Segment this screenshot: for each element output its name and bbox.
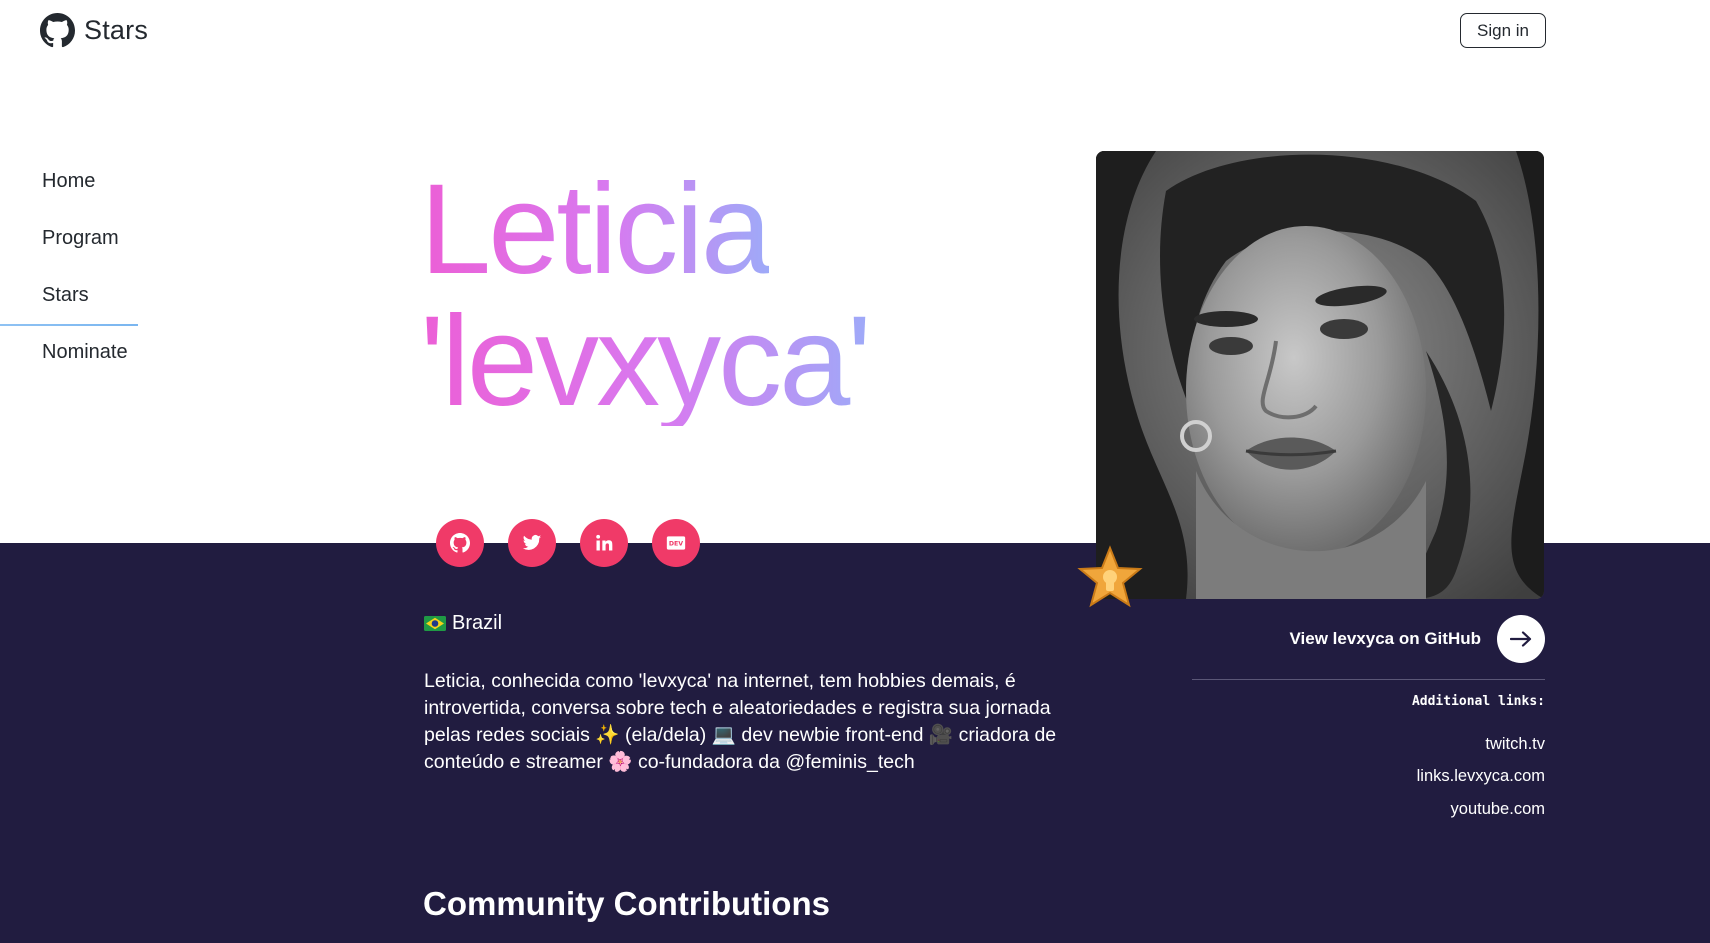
country-name: Brazil	[452, 612, 503, 634]
dev-social-button[interactable]: DEV	[652, 519, 700, 567]
twitter-social-button[interactable]	[508, 519, 556, 567]
svg-text:DEV: DEV	[669, 541, 683, 548]
country: Brazil	[424, 612, 502, 635]
additional-link-links[interactable]: links.levxyca.com	[1192, 767, 1545, 786]
view-on-github-label: View levxyca on GitHub	[1289, 629, 1481, 648]
arrow-right-icon	[1497, 615, 1545, 663]
community-contributions-title: Community Contributions	[423, 885, 830, 922]
github-social-button[interactable]	[436, 519, 484, 567]
star-badge-icon	[1077, 545, 1143, 611]
github-icon	[450, 533, 470, 553]
brazil-flag-icon	[424, 616, 446, 631]
additional-link-twitch[interactable]: twitch.tv	[1192, 735, 1545, 754]
sidebar-nav: Home Program Stars Nominate	[0, 158, 138, 386]
twitter-icon	[522, 535, 542, 550]
profile-bio: Leticia, conhecida como 'levxyca' na int…	[424, 670, 1057, 773]
sidebar-item-program[interactable]: Program	[0, 215, 138, 272]
view-on-github-link[interactable]: View levxyca on GitHub	[1240, 615, 1545, 663]
profile-name-line-1: Leticia	[420, 158, 772, 301]
additional-link-youtube[interactable]: youtube.com	[1192, 800, 1545, 819]
additional-links-title: Additional links:	[1411, 694, 1545, 709]
sidebar-item-home[interactable]: Home	[0, 158, 138, 215]
social-links: DEV	[436, 519, 700, 567]
sign-in-button[interactable]: Sign in	[1460, 13, 1546, 48]
github-octocat-icon	[40, 13, 75, 48]
sidebar-item-nominate[interactable]: Nominate	[0, 329, 138, 386]
profile-portrait-image	[1096, 151, 1544, 599]
profile-photo	[1096, 151, 1544, 599]
links-divider	[1192, 679, 1545, 680]
linkedin-icon	[596, 534, 613, 551]
sidebar-item-stars[interactable]: Stars	[0, 272, 138, 329]
linkedin-social-button[interactable]	[580, 519, 628, 567]
brand-title: Stars	[84, 15, 149, 45]
profile-name-line-2: 'levxyca'	[420, 290, 872, 433]
dev-to-icon: DEV	[666, 536, 686, 550]
brand[interactable]: Stars	[40, 13, 148, 48]
